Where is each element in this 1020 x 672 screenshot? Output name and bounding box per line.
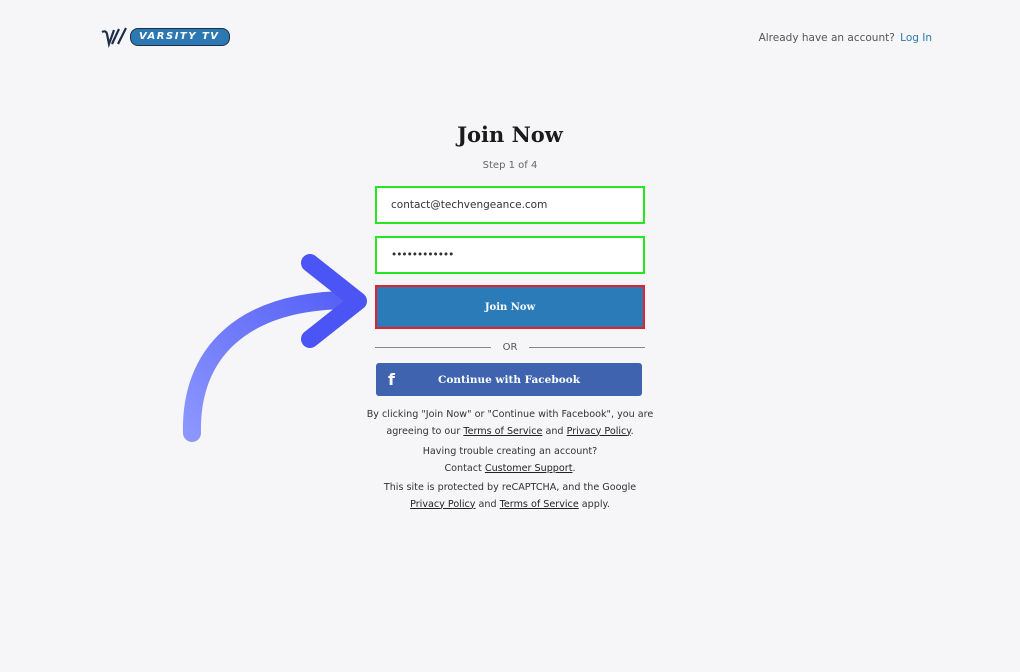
customer-support-link[interactable]: Customer Support [485,463,573,474]
login-link[interactable]: Log In [900,32,932,44]
period-text: . [630,425,634,437]
and-text: and [545,425,564,437]
account-prompt-text: Already have an account? [758,32,895,44]
divider-line-right [529,346,646,348]
join-now-button[interactable]: Join Now [375,285,645,329]
curved-arrow-annotation-icon [182,254,367,442]
recaptcha-and: and [478,498,497,510]
email-field-container [375,186,645,224]
recaptcha-text: This site is protected by reCAPTCHA, and… [383,482,637,493]
divider-line-left [375,346,491,348]
login-prompt: Already have an account? Log In [759,32,932,44]
password-field-container [375,236,645,274]
google-privacy-policy-link[interactable]: Privacy Policy [410,499,475,510]
facebook-icon: f [388,370,395,389]
terms-notice: By clicking "Join Now" or "Continue with… [365,407,655,440]
recaptcha-notice: This site is protected by reCAPTCHA, and… [365,480,655,513]
or-text: OR [502,341,518,353]
password-field[interactable] [389,248,633,262]
logo-wordmark: VARSITY TV [130,28,230,46]
terms-line1: By clicking "Join Now" or "Continue with… [366,409,654,420]
step-indicator: Step 1 of 4 [482,160,538,171]
google-terms-link[interactable]: Terms of Service [500,499,579,510]
contact-prefix: Contact [444,462,482,474]
support-notice: Having trouble creating an account? Cont… [365,444,655,477]
support-period: . [572,462,576,474]
continue-with-facebook-button[interactable]: f Continue with Facebook [376,363,642,396]
privacy-policy-link[interactable]: Privacy Policy [567,426,631,437]
terms-of-service-link[interactable]: Terms of Service [463,426,542,437]
terms-prefix: agreeing to our [386,425,461,437]
trouble-text: Having trouble creating an account? [422,446,598,457]
facebook-button-label: Continue with Facebook [438,373,580,386]
logo-mark-icon [101,27,127,48]
varsity-tv-logo[interactable]: VARSITY TV [100,26,230,48]
or-divider: OR [375,340,646,354]
page-title: Join Now [457,122,563,147]
email-field[interactable] [389,198,633,212]
apply-text: apply. [581,498,610,510]
